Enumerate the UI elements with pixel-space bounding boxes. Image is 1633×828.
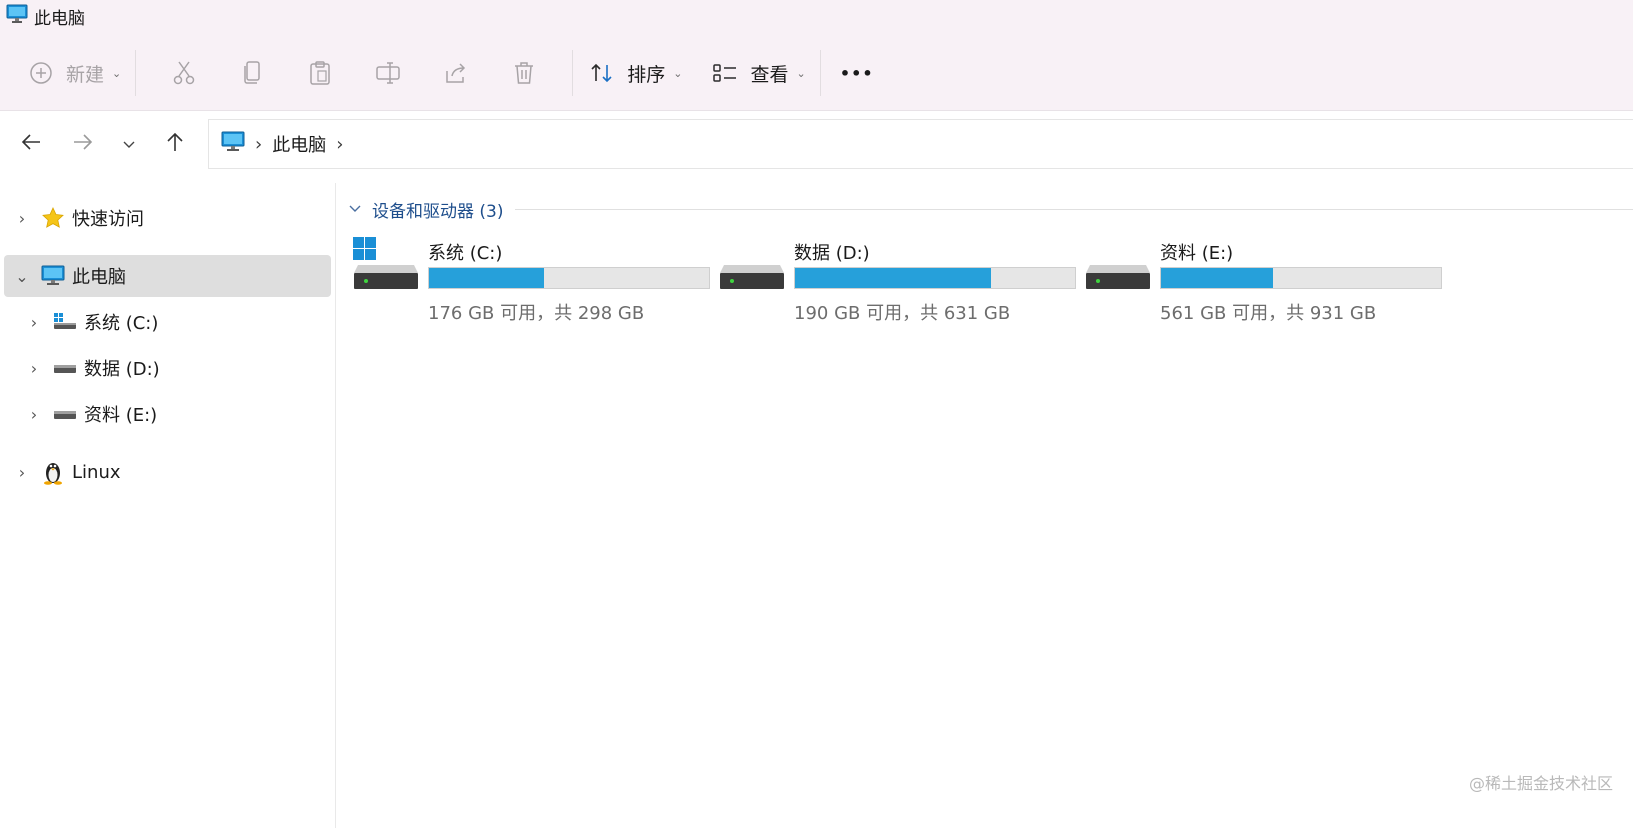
star-icon [40, 206, 66, 230]
view-list-icon [710, 58, 740, 88]
back-button[interactable] [16, 129, 46, 159]
drive-tile-c[interactable]: 系统 (C:) 176 GB 可用，共 298 GB [352, 237, 712, 324]
delete-button[interactable] [490, 51, 558, 95]
drive-name: 数据 (D:) [794, 243, 870, 264]
drive-usage-bar [794, 267, 1076, 289]
chevron-right-icon[interactable]: › [16, 405, 52, 424]
clipboard-icon [305, 58, 335, 88]
monitor-icon [221, 131, 245, 158]
new-button-label: 新建 [66, 63, 105, 86]
paste-button[interactable] [286, 51, 354, 95]
chevron-down-icon: ⌄ [673, 66, 683, 80]
plus-circle-icon [26, 58, 56, 88]
title-and-toolbar: 此电脑 新建 ⌄ 排序 ⌄ 查看 ⌄ ••• [0, 0, 1633, 111]
chevron-down-icon[interactable]: ⌄ [4, 267, 40, 286]
breadcrumb-separator: › [255, 133, 263, 155]
sidebar-item-drive-e[interactable]: › 资料 (E:) [16, 393, 331, 435]
sidebar-item-linux[interactable]: › Linux [4, 451, 331, 493]
drive-usage-bar [1160, 267, 1442, 289]
drive-usage-bar [428, 267, 710, 289]
sort-arrows-icon [587, 58, 617, 88]
breadcrumb-separator[interactable]: › [336, 134, 343, 155]
arrow-right-icon [72, 132, 94, 156]
drive-icon [52, 361, 78, 375]
file-list-pane: 设备和驱动器 (3) 系统 (C:) 176 GB 可用，共 298 GB 数据… [336, 183, 1633, 828]
chevron-right-icon[interactable]: › [16, 359, 52, 378]
copy-icon [237, 58, 267, 88]
view-button-label: 查看 [750, 63, 789, 86]
toolbar-divider [572, 50, 574, 96]
drive-free-space: 176 GB 可用，共 298 GB [428, 303, 645, 324]
toolbar-divider [135, 50, 137, 96]
windows-drive-icon [352, 237, 420, 305]
sidebar-item-label: 数据 (D:) [84, 359, 160, 380]
new-button[interactable]: 新建 ⌄ [26, 51, 121, 95]
sidebar-item-this-pc[interactable]: ⌄ 此电脑 [4, 255, 331, 297]
navigation-pane: › 快速访问 ⌄ 此电脑 › 系统 (C:) › 数据 (D:) › 资料 (E… [0, 183, 336, 828]
drive-usage-fill [429, 268, 544, 288]
drive-name: 系统 (C:) [428, 243, 503, 264]
chevron-down-icon [122, 135, 136, 154]
drive-icon [52, 407, 78, 421]
penguin-icon [40, 459, 66, 485]
cut-button[interactable] [150, 51, 218, 95]
sort-button[interactable]: 排序 ⌄ [587, 51, 682, 95]
up-button[interactable] [160, 129, 190, 159]
group-header-title: 设备和驱动器 (3) [372, 201, 504, 222]
address-bar[interactable]: › 此电脑 › [208, 119, 1633, 169]
sidebar-item-quick-access[interactable]: › 快速访问 [4, 197, 331, 239]
chevron-right-icon[interactable]: › [16, 313, 52, 332]
sidebar-item-label: 资料 (E:) [84, 405, 158, 426]
drive-tile-e[interactable]: 资料 (E:) 561 GB 可用，共 931 GB [1084, 237, 1444, 324]
drive-icon [718, 237, 786, 305]
more-options-button[interactable]: ••• [835, 51, 879, 95]
trash-icon [509, 58, 539, 88]
drive-name: 资料 (E:) [1160, 243, 1234, 264]
arrow-up-icon [165, 131, 185, 157]
chevron-down-icon: ⌄ [112, 66, 122, 80]
recent-locations-button[interactable] [114, 129, 144, 159]
monitor-icon [40, 265, 66, 287]
forward-button[interactable] [68, 129, 98, 159]
drive-tile-d[interactable]: 数据 (D:) 190 GB 可用，共 631 GB [718, 237, 1078, 324]
window-title: 此电脑 [6, 4, 85, 29]
chevron-right-icon[interactable]: › [4, 209, 40, 228]
drive-icon [1084, 237, 1152, 305]
watermark: @稀土掘金技术社区 [1468, 774, 1613, 793]
windows-drive-icon [52, 312, 78, 332]
rename-icon [373, 58, 403, 88]
chevron-down-icon: ⌄ [796, 66, 806, 80]
sidebar-item-drive-c[interactable]: › 系统 (C:) [16, 301, 331, 343]
navigation-row: › 此电脑 › [0, 111, 1633, 175]
copy-button[interactable] [218, 51, 286, 95]
share-button[interactable] [422, 51, 490, 95]
chevron-right-icon[interactable]: › [4, 463, 40, 482]
sidebar-item-label: 系统 (C:) [84, 313, 159, 334]
group-header-divider [515, 208, 1633, 210]
breadcrumb-this-pc[interactable]: 此电脑 [272, 131, 326, 157]
drive-usage-fill [795, 268, 991, 288]
monitor-icon [6, 4, 28, 29]
window-title-text: 此电脑 [34, 8, 85, 29]
sidebar-item-drive-d[interactable]: › 数据 (D:) [16, 347, 331, 389]
sort-button-label: 排序 [627, 63, 666, 86]
drive-free-space: 561 GB 可用，共 931 GB [1160, 303, 1377, 324]
view-button[interactable]: 查看 ⌄ [710, 51, 806, 95]
rename-button[interactable] [354, 51, 422, 95]
sidebar-item-label: 此电脑 [72, 267, 126, 288]
sidebar-item-label: Linux [72, 461, 121, 483]
arrow-left-icon [20, 132, 42, 156]
drive-usage-fill [1161, 268, 1273, 288]
chevron-down-icon [348, 199, 362, 219]
scissors-icon [169, 58, 199, 88]
share-icon [441, 58, 471, 88]
command-bar: 新建 ⌄ 排序 ⌄ 查看 ⌄ ••• [26, 48, 879, 98]
sidebar-item-label: 快速访问 [72, 209, 144, 230]
group-header-devices[interactable]: 设备和驱动器 (3) [348, 195, 1633, 223]
toolbar-divider [819, 50, 821, 96]
drive-free-space: 190 GB 可用，共 631 GB [794, 303, 1011, 324]
